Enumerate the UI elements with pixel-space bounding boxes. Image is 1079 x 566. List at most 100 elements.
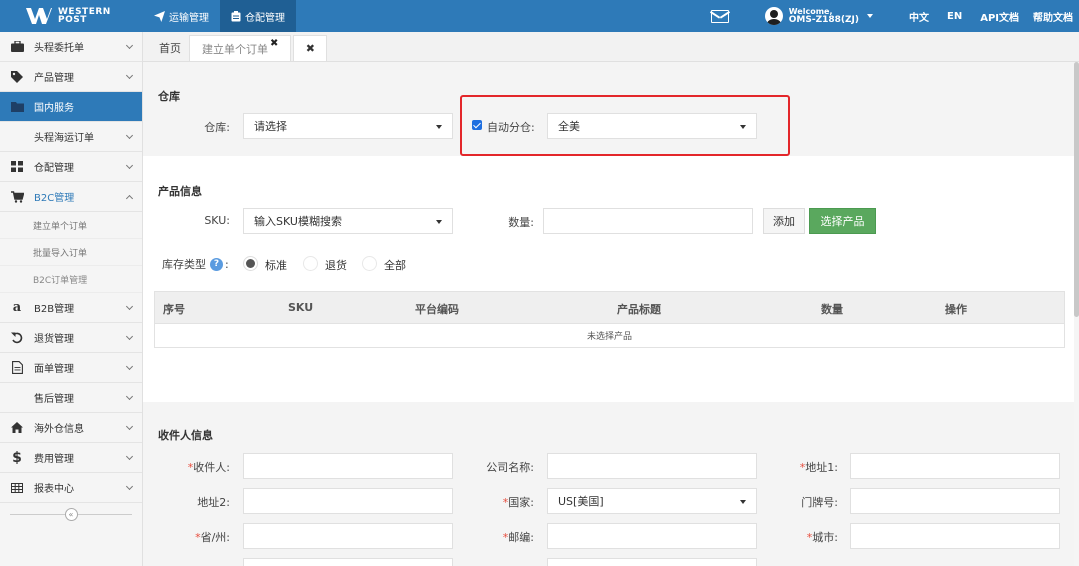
sku-select[interactable]: 输入SKU模糊搜索 [243, 208, 453, 234]
address1-label: *地址1: [773, 459, 838, 475]
warehouse-select[interactable]: 请选择 [243, 113, 453, 139]
warehouse-section: 仓库 仓库: 请选择 自动分仓: 全美 [143, 62, 1074, 156]
radio-standard-label: 标准 [265, 259, 287, 272]
city-input[interactable] [850, 523, 1060, 549]
country-select[interactable]: US[美国] [547, 488, 757, 514]
topnav-transport[interactable]: 运输管理 [143, 0, 220, 32]
lang-zh-link[interactable]: 中文 [909, 9, 929, 24]
folder-icon [10, 100, 24, 114]
sidebar-item-label: 头程海运订单 [34, 133, 94, 144]
door-number-input[interactable] [850, 488, 1060, 514]
auto-assign-checkbox[interactable] [472, 120, 482, 130]
receiver-section: 收件人信息 *收件人: 公司名称: *地址1: 地址2: *国家: US[美国]… [143, 402, 1074, 566]
api-docs-link[interactable]: API文档 [980, 9, 1019, 24]
sidebar-item-returns[interactable]: 退货管理 [0, 323, 142, 353]
address1-label-text: 地址1: [805, 461, 838, 474]
sidebar-item-label: 售后管理 [34, 394, 74, 405]
sidebar-item-label: B2C管理 [34, 193, 75, 204]
next-row-input-2[interactable] [547, 558, 757, 566]
radio-standard[interactable] [243, 256, 258, 271]
address2-label: 地址2: [197, 496, 230, 509]
topnav-transport-label: 运输管理 [169, 12, 209, 24]
stock-type-label: 库存类型 [162, 258, 206, 271]
tab-home-label: 首页 [159, 42, 181, 55]
send-icon [154, 10, 165, 22]
sidebar-item-fees[interactable]: $ 费用管理 [0, 443, 142, 473]
country-label-text: 国家: [508, 496, 534, 509]
sidebar-item-label: 仓配管理 [34, 163, 74, 174]
radio-all[interactable] [362, 256, 377, 271]
sidebar-item-overseas[interactable]: 海外仓信息 [0, 413, 142, 443]
logo-line2: POST [58, 15, 87, 25]
caret-down-icon [867, 14, 873, 18]
select-product-button[interactable]: 选择产品 [809, 208, 876, 234]
sidebar-sub-create-order[interactable]: 建立单个订单 [0, 212, 142, 239]
amazon-icon: a [12, 300, 22, 315]
sidebar-item-b2b[interactable]: a B2B管理 [0, 293, 142, 323]
address2-input[interactable] [243, 488, 453, 514]
country-label: *国家: [468, 494, 534, 510]
sidebar-sub-b2c-orders[interactable]: B2C订单管理 [0, 266, 142, 293]
quantity-input[interactable] [543, 208, 753, 234]
sidebar-sub-batch-import[interactable]: 批量导入订单 [0, 239, 142, 266]
radio-return-label: 退货 [325, 259, 347, 272]
caret-down-icon [436, 125, 442, 129]
sidebar-item-label: 费用管理 [34, 454, 74, 465]
company-label: 公司名称: [486, 461, 534, 474]
state-label-text: 省/州: [200, 531, 230, 544]
sidebar-item-label: 国内服务 [34, 103, 74, 114]
briefcase-icon [10, 40, 24, 54]
sidebar-item-b2c[interactable]: B2C管理 [0, 182, 142, 212]
grid-icon [10, 160, 24, 174]
lang-en-link[interactable]: EN [947, 11, 962, 22]
sidebar-collapse: « [0, 503, 142, 525]
sidebar-item-labels[interactable]: 面单管理 [0, 353, 142, 383]
close-all-tabs-icon[interactable]: ✖ [293, 35, 328, 61]
sidebar-item-label: 头程委托单 [34, 43, 84, 54]
brand-logo[interactable]: WESTERN POST [0, 0, 143, 32]
sidebar-item-reports[interactable]: 报表中心 [0, 473, 142, 503]
mail-icon[interactable] [710, 9, 729, 23]
product-table: 序号 SKU 平台编码 产品标题 数量 操作 未选择产品 [154, 291, 1065, 348]
next-row-input-1[interactable] [243, 558, 453, 566]
collapse-icon[interactable]: « [64, 507, 78, 521]
sidebar-item-products[interactable]: 产品管理 [0, 62, 142, 92]
top-bar: WESTERN POST 运输管理 仓配管理 Welcome, OMS-Z188… [0, 0, 1079, 32]
help-docs-link[interactable]: 帮助文档 [1033, 9, 1073, 24]
col-platform-code: 平台编码 [415, 303, 459, 316]
topnav-warehouse[interactable]: 仓配管理 [220, 0, 296, 32]
tab-home[interactable]: 首页 [151, 35, 189, 61]
sidebar-item-label: 面单管理 [34, 364, 74, 375]
avatar [764, 7, 783, 25]
sidebar-item-aftersale[interactable]: 售后管理 [0, 383, 142, 413]
sidebar-item-warehouse[interactable]: 仓配管理 [0, 152, 142, 182]
city-label: *城市: [773, 529, 838, 545]
logo-mark-icon [26, 8, 52, 24]
user-menu[interactable]: Welcome, OMS-Z188(ZJ) [764, 7, 873, 25]
product-section: 产品信息 SKU: 输入SKU模糊搜索 数量: 添加 选择产品 库存类型 ? :… [143, 156, 1074, 402]
col-quantity: 数量 [821, 303, 843, 316]
address1-input[interactable] [850, 453, 1060, 479]
state-label: *省/州: [163, 529, 230, 545]
help-icon[interactable]: ? [210, 257, 223, 271]
zip-input[interactable] [547, 523, 757, 549]
page-scrollbar[interactable] [1074, 62, 1079, 566]
tag-icon [10, 70, 24, 84]
close-tab-icon[interactable]: ✖ [270, 38, 278, 49]
add-button[interactable]: 添加 [763, 208, 805, 234]
sidebar-item-sea-orders[interactable]: 头程海运订单 [0, 122, 142, 152]
auto-assign-select[interactable]: 全美 [547, 113, 757, 139]
scrollbar-thumb[interactable] [1074, 62, 1079, 317]
sku-label: SKU: [204, 214, 230, 227]
auto-assign-select-value: 全美 [558, 120, 580, 133]
stock-type-label-group: 库存类型 ? : [162, 256, 229, 272]
sku-select-value: 输入SKU模糊搜索 [254, 215, 342, 228]
state-input[interactable] [243, 523, 453, 549]
sidebar-item-first-leg[interactable]: 头程委托单 [0, 32, 142, 62]
company-input[interactable] [547, 453, 757, 479]
radio-return[interactable] [303, 256, 318, 271]
sidebar-item-domestic[interactable]: 国内服务 [0, 92, 142, 122]
cart-icon [10, 190, 24, 204]
tab-create-order[interactable]: 建立单个订单 ✖ [189, 35, 292, 61]
receiver-name-input[interactable] [243, 453, 453, 479]
